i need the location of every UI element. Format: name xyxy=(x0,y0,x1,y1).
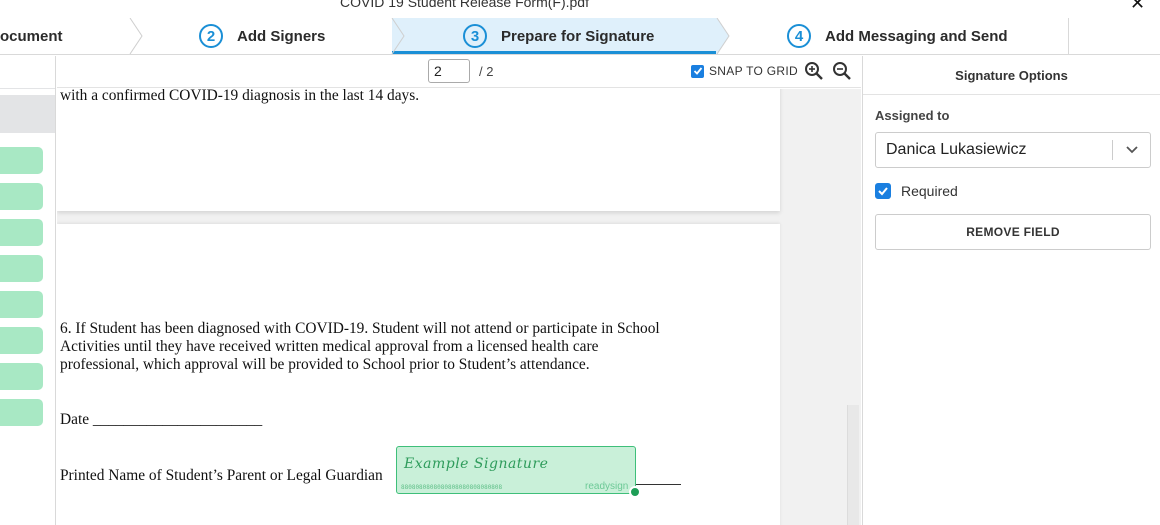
step-add-signers[interactable]: 2 Add Signers xyxy=(199,18,325,54)
resize-handle[interactable] xyxy=(629,486,641,498)
field-item[interactable] xyxy=(0,363,43,390)
panel-title: Signature Options xyxy=(863,56,1160,95)
snap-to-grid-label: SNAP TO GRID xyxy=(709,64,798,78)
field-item[interactable] xyxy=(0,399,43,426)
zoom-out-icon[interactable] xyxy=(832,61,852,81)
page-total: / 2 xyxy=(479,64,494,79)
divider xyxy=(1068,18,1069,54)
chevron-right-icon xyxy=(129,18,143,54)
step-upload-document[interactable]: ocument xyxy=(0,18,63,54)
assigned-to-value: Danica Lukasiewicz xyxy=(886,141,1027,158)
printed-name-label: Printed Name of Student’s Parent or Lega… xyxy=(60,467,383,484)
signature-placeholder: Example Signature xyxy=(404,456,549,472)
required-checkbox[interactable]: Required xyxy=(875,183,958,199)
chevron-right-icon xyxy=(391,18,405,54)
field-item[interactable] xyxy=(0,327,43,354)
signature-id: 8808080808080808080808080808 xyxy=(401,484,503,491)
signature-field[interactable]: Example Signature 8808080808080808080808… xyxy=(396,446,636,494)
pdf-page-1: with a confirmed COVID-19 diagnosis in t… xyxy=(57,89,780,211)
document-text-line: Activities until they have received writ… xyxy=(60,338,599,355)
field-item[interactable] xyxy=(0,147,43,174)
document-text-line: professional, which approval will be pro… xyxy=(60,356,590,373)
close-icon[interactable]: ✕ xyxy=(1130,0,1145,14)
step-navigation: ocument 2 Add Signers 3 Prepare for Sign… xyxy=(0,18,1160,55)
field-group-header xyxy=(0,95,55,133)
document-viewer[interactable]: with a confirmed COVID-19 diagnosis in t… xyxy=(57,89,861,525)
field-item[interactable] xyxy=(0,219,43,246)
field-item[interactable] xyxy=(0,291,43,318)
required-label: Required xyxy=(901,183,958,199)
step-number: 3 xyxy=(463,24,487,48)
checkbox-checked-icon[interactable] xyxy=(875,183,891,199)
document-text-line: with a confirmed COVID-19 diagnosis in t… xyxy=(60,89,420,104)
step-label: Prepare for Signature xyxy=(501,27,655,45)
zoom-in-icon[interactable] xyxy=(804,61,824,81)
field-panel xyxy=(0,56,56,525)
signature-options-panel: Signature Options Assigned to Danica Luk… xyxy=(862,56,1160,525)
chevron-right-icon xyxy=(716,18,730,54)
scrollbar[interactable] xyxy=(847,405,859,525)
step-add-messaging-and-send[interactable]: 4 Add Messaging and Send xyxy=(787,18,1008,54)
document-toolbar: / 2 SNAP TO GRID xyxy=(57,56,861,88)
document-text-line: 6. If Student has been diagnosed with CO… xyxy=(60,320,660,337)
step-prepare-for-signature[interactable]: 3 Prepare for Signature xyxy=(463,18,654,54)
divider xyxy=(0,88,55,89)
assigned-to-label: Assigned to xyxy=(875,108,950,123)
step-number: 2 xyxy=(199,24,223,48)
step-label: Add Messaging and Send xyxy=(825,27,1008,45)
snap-to-grid-toggle[interactable]: SNAP TO GRID xyxy=(691,64,798,78)
field-item[interactable] xyxy=(0,255,43,282)
chevron-down-icon[interactable] xyxy=(1113,145,1150,155)
step-label: Add Signers xyxy=(237,27,326,45)
checkbox-checked-icon[interactable] xyxy=(691,64,704,78)
window-title: COVID 19 Student Release Form(F).pdf xyxy=(340,0,589,10)
remove-field-button[interactable]: REMOVE FIELD xyxy=(875,214,1151,250)
step-label: ocument xyxy=(0,27,63,45)
step-number: 4 xyxy=(787,24,811,48)
signature-brand: readysign xyxy=(585,481,629,492)
date-line: Date ______________________ xyxy=(60,411,263,428)
page-number-input[interactable] xyxy=(428,59,470,83)
field-item[interactable] xyxy=(0,183,43,210)
assigned-to-select[interactable]: Danica Lukasiewicz xyxy=(875,132,1151,168)
title-bar: COVID 19 Student Release Form(F).pdf ✕ xyxy=(0,0,1160,14)
